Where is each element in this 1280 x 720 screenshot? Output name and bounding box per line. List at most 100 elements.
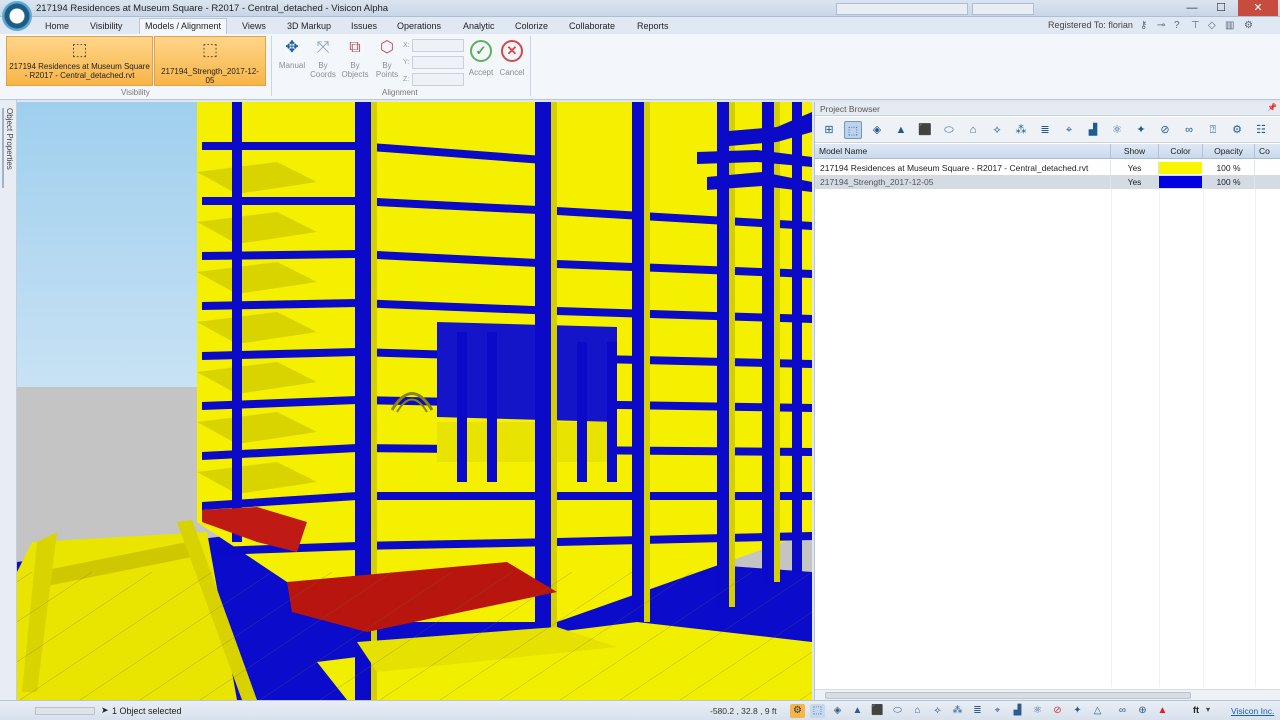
box-icon[interactable]: ⬛	[916, 121, 934, 139]
accept-icon[interactable]: ✓	[470, 40, 492, 62]
tab-reports[interactable]: Reports	[632, 19, 674, 34]
chart-icon[interactable]: ▟	[1084, 121, 1102, 139]
prism-icon[interactable]: ▲	[892, 121, 910, 139]
tab-visibility[interactable]: Visibility	[85, 19, 127, 34]
column-show[interactable]: Show	[1111, 144, 1159, 159]
tab-analytic[interactable]: Analytic	[458, 19, 500, 34]
opacity-cell[interactable]: 100 %	[1203, 175, 1255, 189]
network-icon[interactable]: ⟡	[988, 121, 1006, 139]
tab-views[interactable]: Views	[237, 19, 271, 34]
unit-selector[interactable]: ft	[1193, 705, 1199, 715]
trash-icon[interactable]: ▥	[1225, 20, 1234, 31]
network-icon[interactable]: ⟡	[930, 704, 945, 718]
binoculars-icon[interactable]: ∞	[1180, 121, 1198, 139]
tab-issues[interactable]: Issues	[346, 19, 382, 34]
close-button[interactable]: ✕	[1238, 0, 1278, 16]
color-swatch[interactable]	[1159, 162, 1202, 174]
key-icon[interactable]: ⚷	[1140, 20, 1147, 31]
horizontal-scrollbar[interactable]	[815, 689, 1280, 700]
globe-icon[interactable]: ⊕	[1135, 704, 1150, 718]
by-coords-button[interactable]: ⤧ By Coords	[308, 38, 338, 79]
y-coord-field[interactable]	[412, 56, 464, 69]
x-coord-field[interactable]	[412, 39, 464, 52]
column-opacity[interactable]: Opacity	[1203, 144, 1255, 159]
people-icon[interactable]: ☷	[1252, 121, 1270, 139]
manual-align-button[interactable]: ✥ Manual	[277, 38, 307, 70]
table-row[interactable]: 217194 Residences at Museum Square - R20…	[815, 161, 1280, 175]
tab-home[interactable]: Home	[40, 19, 74, 34]
target-icon[interactable]: ⌖	[990, 704, 1005, 718]
by-objects-button[interactable]: ⧉ By Objects	[340, 38, 370, 79]
tab-colorize[interactable]: Colorize	[510, 19, 553, 34]
color-swatch[interactable]	[1159, 176, 1202, 188]
group-separator	[271, 36, 272, 96]
help-icon[interactable]: ?	[1174, 20, 1180, 31]
warning-icon[interactable]: ▲	[1155, 704, 1170, 718]
3d-viewport[interactable]	[17, 102, 812, 700]
model-toggle-residences[interactable]: ⬚ 217194 Residences at Museum Square - R…	[6, 36, 153, 86]
list-icon[interactable]: ≣	[1036, 121, 1054, 139]
show-cell[interactable]: Yes	[1111, 161, 1159, 175]
title-search-box[interactable]	[836, 3, 968, 15]
pin-icon[interactable]: ⊸	[1157, 20, 1165, 31]
app-logo[interactable]	[2, 1, 32, 31]
show-cell[interactable]: Yes	[1111, 175, 1159, 189]
title-field[interactable]	[972, 3, 1034, 15]
tab-models-alignment[interactable]: Models / Alignment	[139, 18, 228, 34]
document-help-icon[interactable]: ⍰	[1204, 121, 1222, 139]
list-icon[interactable]: ≣	[970, 704, 985, 718]
maximize-button[interactable]: ☐	[1207, 0, 1235, 16]
layers-icon[interactable]: ◈	[868, 121, 886, 139]
chevron-down-icon[interactable]: ▾	[1206, 705, 1210, 714]
atom-icon[interactable]: ⚛	[1108, 121, 1126, 139]
selection-status: 1 Object selected	[112, 706, 182, 716]
accept-button[interactable]: Accept	[466, 65, 496, 77]
tab-operations[interactable]: Operations	[392, 19, 446, 34]
opacity-cell[interactable]: 100 %	[1203, 161, 1255, 175]
column-color[interactable]: Color	[1159, 144, 1203, 159]
tag-icon[interactable]: ◇	[1208, 20, 1216, 31]
box-icon[interactable]: ⬛	[870, 704, 885, 718]
clash-icon[interactable]: ⊘	[1156, 121, 1174, 139]
chart-icon[interactable]: ▟	[1010, 704, 1025, 718]
model-toggle-strength[interactable]: ⬚ 217194_Strength_2017-12-05	[154, 36, 266, 86]
select-icon[interactable]: ⬚	[810, 704, 825, 718]
pin-icon[interactable]: 📌	[1267, 103, 1277, 112]
binoculars-icon[interactable]: ∞	[1115, 704, 1130, 718]
cube-icon[interactable]: ◈	[830, 704, 845, 718]
model-tree-icon[interactable]: ⊞	[820, 121, 838, 139]
minimize-button[interactable]: —	[1178, 0, 1206, 16]
warning-outline-icon[interactable]: △	[1090, 704, 1105, 718]
object-properties-tab[interactable]: Object Properties	[2, 108, 14, 188]
target-icon[interactable]: ⌖	[1060, 121, 1078, 139]
prism-icon[interactable]: ▲	[850, 704, 865, 718]
column-co[interactable]: Co	[1255, 144, 1280, 159]
marker-icon[interactable]: ✦	[1132, 121, 1150, 139]
status-bar: ➤ 1 Object selected -580.2 , 32.8 , 9 ft…	[0, 700, 1280, 720]
z-coord-field[interactable]	[412, 73, 464, 86]
group-icon[interactable]: ⁂	[1012, 121, 1030, 139]
group-icon[interactable]: ⁂	[950, 704, 965, 718]
gear-icon[interactable]: ⚙	[1228, 121, 1246, 139]
folder-icon[interactable]: ⌂	[910, 704, 925, 718]
tab-3d-markup[interactable]: 3D Markup	[282, 19, 336, 34]
tab-collaborate[interactable]: Collaborate	[564, 19, 620, 34]
title-bar: 217194 Residences at Museum Square - R20…	[0, 0, 1280, 17]
cancel-button[interactable]: Cancel	[497, 65, 527, 77]
table-row-selected[interactable]: 217194_Strength_2017-12-05 Yes 100 %	[815, 175, 1280, 189]
settings-icon[interactable]: ⚙	[790, 704, 805, 718]
company-link[interactable]: Visicon Inc.	[1231, 706, 1274, 716]
by-points-button[interactable]: ⬡ By Points	[372, 38, 402, 79]
folder-icon[interactable]: ⌂	[964, 121, 982, 139]
alignment-icon[interactable]: ⬚	[844, 121, 862, 139]
shape-icon[interactable]: ⬭	[890, 704, 905, 718]
cancel-icon[interactable]: ✕	[501, 40, 523, 62]
atom-icon[interactable]: ⚛	[1030, 704, 1045, 718]
scrollbar-thumb[interactable]	[825, 692, 1191, 699]
settings-icon[interactable]: ⚙	[1244, 20, 1253, 31]
shape-icon[interactable]: ⬭	[940, 121, 958, 139]
marker-icon[interactable]: ✦	[1070, 704, 1085, 718]
filter-icon[interactable]: ⊤	[1191, 20, 1200, 31]
clash-icon[interactable]: ⊘	[1050, 704, 1065, 718]
column-model-name[interactable]: Model Name	[815, 144, 1111, 159]
